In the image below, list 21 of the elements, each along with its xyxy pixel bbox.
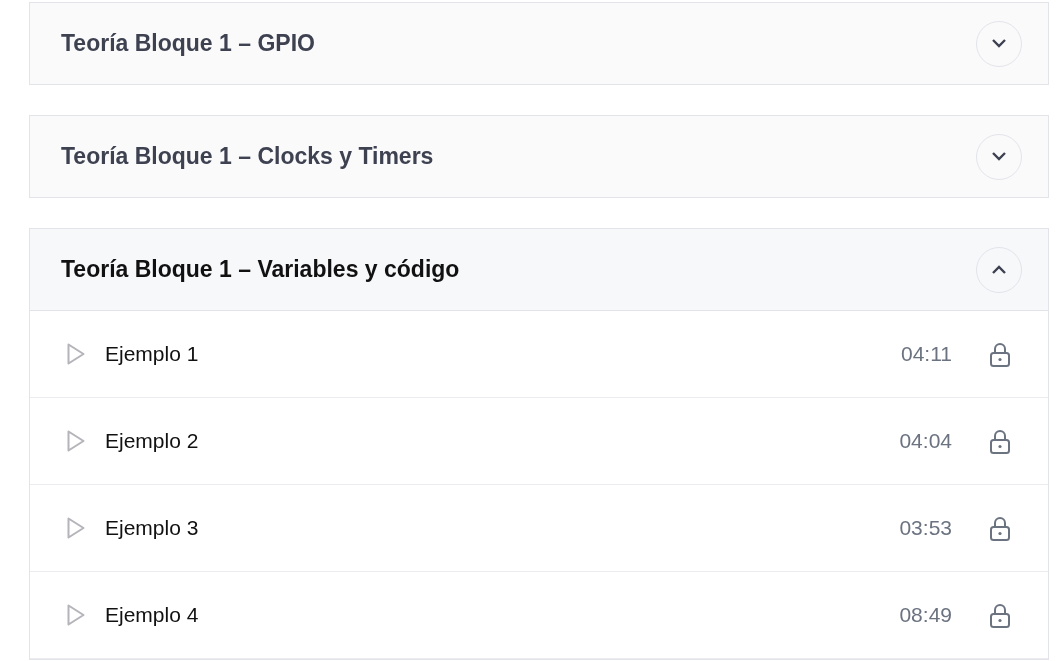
section-title: Teoría Bloque 1 – Variables y código [61,256,460,283]
lesson-title[interactable]: Ejemplo 3 [105,516,900,540]
lesson-duration: 04:11 [901,342,952,366]
lesson-duration: 04:04 [899,429,952,453]
section-header[interactable]: Teoría Bloque 1 – GPIO [30,3,1048,84]
lesson-duration: 08:49 [899,603,952,627]
play-icon [67,604,85,626]
lesson-title[interactable]: Ejemplo 1 [105,342,901,366]
section-title: Teoría Bloque 1 – Clocks y Timers [61,143,434,170]
lesson-title[interactable]: Ejemplo 2 [105,429,900,453]
play-icon [67,430,85,452]
section-title: Teoría Bloque 1 – GPIO [61,30,315,57]
section-header[interactable]: Teoría Bloque 1 – Variables y código [30,229,1048,311]
lesson-title[interactable]: Ejemplo 4 [105,603,900,627]
chevron-up-icon [992,265,1006,274]
lesson-duration: 03:53 [899,516,952,540]
section-header[interactable]: Teoría Bloque 1 – Clocks y Timers [30,116,1048,197]
play-icon [67,343,85,365]
chevron-down-icon [992,152,1006,161]
play-icon [67,517,85,539]
chevron-down-icon [992,39,1006,48]
